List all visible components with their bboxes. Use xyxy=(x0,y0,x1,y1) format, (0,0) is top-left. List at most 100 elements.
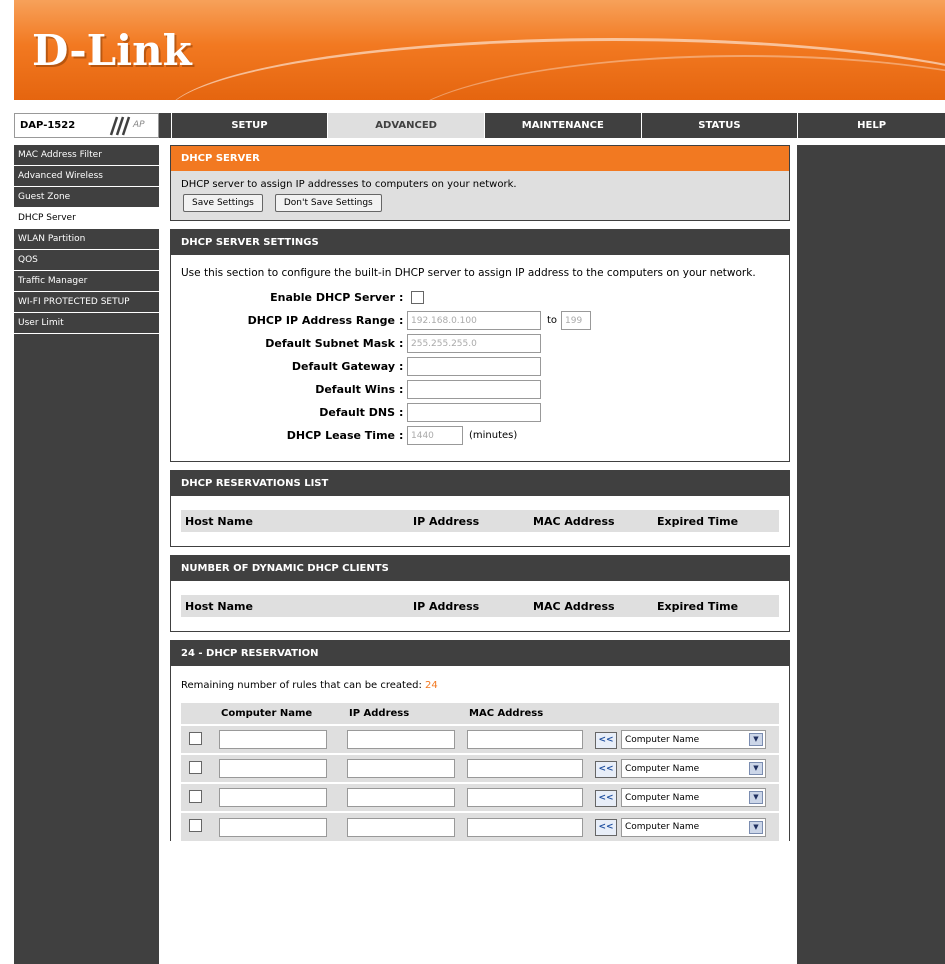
col-expired-time: Expired Time xyxy=(657,514,739,528)
table-row: << Computer Name ▼ xyxy=(181,753,779,783)
sidebar-item-advanced-wireless[interactable]: Advanced Wireless xyxy=(14,166,159,187)
ip-address-input[interactable] xyxy=(347,730,455,749)
tab-status[interactable]: STATUS xyxy=(640,113,798,138)
copy-button[interactable]: << xyxy=(595,789,617,807)
wins-label: Default Wins xyxy=(315,383,395,396)
gateway-label: Default Gateway xyxy=(291,360,395,373)
chevron-down-icon: ▼ xyxy=(749,762,763,775)
section-title: 24 - DHCP RESERVATION xyxy=(171,641,789,666)
remaining-rules-count: 24 xyxy=(425,680,438,691)
subnet-mask-label: Default Subnet Mask xyxy=(265,337,395,350)
ip-address-input[interactable] xyxy=(347,759,455,778)
slash-icon xyxy=(109,116,131,136)
sidebar-item-dhcp-server[interactable]: DHCP Server xyxy=(14,208,159,229)
col-ip-address: IP Address xyxy=(413,514,480,528)
model-badge: DAP-1522 AP xyxy=(14,113,159,138)
sidebar-item-user-limit[interactable]: User Limit xyxy=(14,313,159,334)
save-settings-button[interactable]: Save Settings xyxy=(183,194,263,212)
dhcp-server-intro: DHCP SERVER DHCP server to assign IP add… xyxy=(170,145,790,221)
model-name: DAP-1522 xyxy=(20,120,76,131)
sidebar-item-qos[interactable]: QOS xyxy=(14,250,159,271)
ip-range-label: DHCP IP Address Range xyxy=(247,314,395,327)
select-value: Computer Name xyxy=(625,763,700,774)
mac-address-input[interactable] xyxy=(467,788,583,807)
dhcp-reservations-list: DHCP RESERVATIONS LIST Host Name IP Addr… xyxy=(170,470,790,547)
section-description: DHCP server to assign IP addresses to co… xyxy=(181,179,517,190)
row-enable-checkbox[interactable] xyxy=(189,760,202,774)
separator: : xyxy=(399,337,404,350)
computer-name-input[interactable] xyxy=(219,817,327,837)
section-title: DHCP SERVER SETTINGS xyxy=(171,230,789,255)
computer-name-select[interactable]: Computer Name ▼ xyxy=(621,759,766,778)
mac-address-input[interactable] xyxy=(467,817,583,837)
ip-range-start-input[interactable] xyxy=(407,311,541,330)
top-nav: DAP-1522 AP SETUP ADVANCED MAINTENANCE S… xyxy=(14,113,945,138)
gateway-input[interactable] xyxy=(407,357,541,376)
computer-name-select[interactable]: Computer Name ▼ xyxy=(621,730,766,749)
computer-name-select[interactable]: Computer Name ▼ xyxy=(621,817,766,837)
enable-dhcp-checkbox[interactable] xyxy=(411,291,424,304)
lease-time-input[interactable] xyxy=(407,426,463,445)
computer-name-input[interactable] xyxy=(219,759,327,778)
nav-spacer xyxy=(158,113,171,138)
copy-button[interactable]: << xyxy=(595,819,617,836)
ip-range-end-input[interactable] xyxy=(561,311,592,330)
subnet-mask-input[interactable] xyxy=(407,334,541,353)
section-title: NUMBER OF DYNAMIC DHCP CLIENTS xyxy=(171,556,789,581)
col-mac-address: MAC Address xyxy=(533,599,615,613)
computer-name-select[interactable]: Computer Name ▼ xyxy=(621,788,766,807)
dhcp-server-settings: DHCP SERVER SETTINGS Use this section to… xyxy=(170,229,790,462)
ip-address-input[interactable] xyxy=(347,788,455,807)
sidebar-item-wps[interactable]: WI-FI PROTECTED SETUP xyxy=(14,292,159,313)
list-header-row: Host Name IP Address MAC Address Expired… xyxy=(181,595,779,617)
col-ip-address: IP Address xyxy=(343,703,463,725)
col-mac-address: MAC Address xyxy=(463,703,591,725)
remaining-rules: Remaining number of rules that can be cr… xyxy=(171,666,789,697)
separator: : xyxy=(399,429,404,442)
tab-advanced[interactable]: ADVANCED xyxy=(327,113,484,138)
col-enable xyxy=(181,703,215,725)
col-computer-name: Computer Name xyxy=(215,703,343,725)
wins-input[interactable] xyxy=(407,380,541,399)
dns-input[interactable] xyxy=(407,403,541,422)
remaining-rules-text: Remaining number of rules that can be cr… xyxy=(181,680,422,691)
header-banner: D-Link xyxy=(14,0,945,100)
table-row: << Computer Name ▼ xyxy=(181,724,779,754)
select-value: Computer Name xyxy=(625,822,700,832)
ip-address-input[interactable] xyxy=(347,817,455,837)
computer-name-input[interactable] xyxy=(219,788,327,807)
mac-address-input[interactable] xyxy=(467,759,583,778)
model-suffix: AP xyxy=(133,120,145,130)
separator: : xyxy=(399,314,404,327)
lease-unit: (minutes) xyxy=(469,430,518,441)
reservation-table: Computer Name IP Address MAC Address << C… xyxy=(181,703,779,841)
select-value: Computer Name xyxy=(625,792,700,803)
sidebar-item-traffic-manager[interactable]: Traffic Manager xyxy=(14,271,159,292)
sidebar-item-mac-address-filter[interactable]: MAC Address Filter xyxy=(14,145,159,166)
copy-button[interactable]: << xyxy=(595,731,617,749)
dns-label: Default DNS xyxy=(319,406,395,419)
sidebar-item-wlan-partition[interactable]: WLAN Partition xyxy=(14,229,159,250)
row-enable-checkbox[interactable] xyxy=(189,731,202,745)
tab-maintenance[interactable]: MAINTENANCE xyxy=(483,113,641,138)
table-row: << Computer Name ▼ xyxy=(181,782,779,812)
sidebar-item-guest-zone[interactable]: Guest Zone xyxy=(14,187,159,208)
row-enable-checkbox[interactable] xyxy=(189,819,202,832)
copy-button[interactable]: << xyxy=(595,760,617,778)
chevron-down-icon: ▼ xyxy=(749,733,763,746)
select-value: Computer Name xyxy=(625,734,700,745)
col-select xyxy=(591,703,779,725)
col-host-name: Host Name xyxy=(185,599,253,613)
tab-help[interactable]: HELP xyxy=(797,113,945,138)
dont-save-settings-button[interactable]: Don't Save Settings xyxy=(274,194,382,212)
computer-name-input[interactable] xyxy=(219,730,327,749)
col-ip-address: IP Address xyxy=(413,599,480,613)
tab-setup[interactable]: SETUP xyxy=(170,113,328,138)
mac-address-input[interactable] xyxy=(467,730,583,749)
row-enable-checkbox[interactable] xyxy=(189,789,202,803)
table-row: << Computer Name ▼ xyxy=(181,811,779,841)
section-title: DHCP RESERVATIONS LIST xyxy=(171,471,789,496)
lease-time-label: DHCP Lease Time xyxy=(286,429,395,442)
col-host-name: Host Name xyxy=(185,514,253,528)
range-to-label: to xyxy=(547,315,558,326)
